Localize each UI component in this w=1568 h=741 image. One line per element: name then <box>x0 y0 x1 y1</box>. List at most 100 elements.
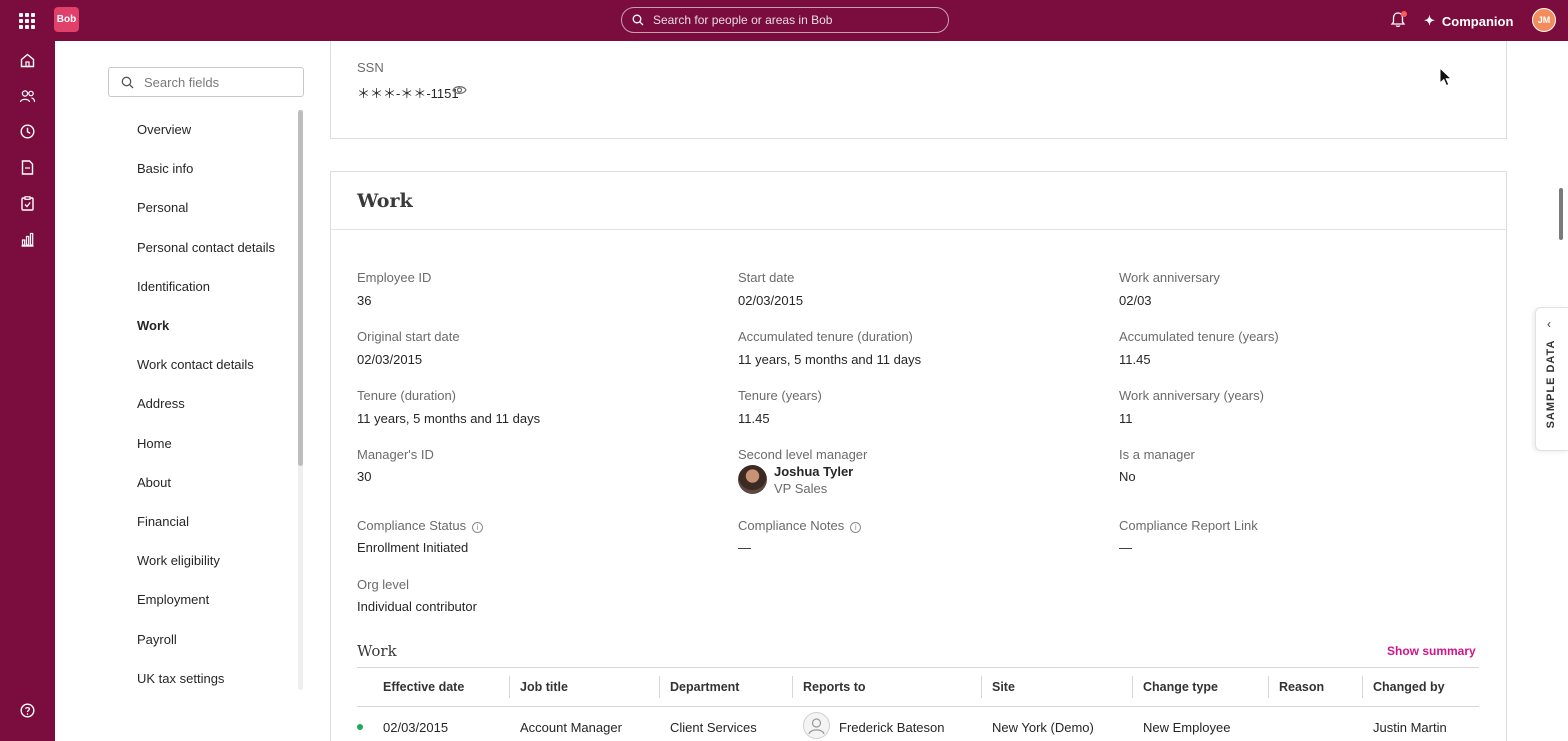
nav-item-work[interactable]: Work <box>137 318 169 333</box>
reports-to-avatar[interactable] <box>803 712 830 739</box>
col-header-changed-by[interactable]: Changed by <box>1373 680 1445 694</box>
compliance-report-link-label: Compliance Report Link <box>1119 518 1258 533</box>
is-manager-value: No <box>1119 469 1136 484</box>
nav-item-work-contact-details[interactable]: Work contact details <box>137 357 254 372</box>
nav-item-personal-contact-details[interactable]: Personal contact details <box>137 240 275 255</box>
work-anniversary-years-label: Work anniversary (years) <box>1119 388 1264 403</box>
work-anniversary-value: 02/03 <box>1119 293 1152 308</box>
search-icon <box>121 76 134 88</box>
tenure-years-label: Tenure (years) <box>738 388 822 403</box>
sparkle-icon: ✦ <box>1424 13 1435 28</box>
col-header-reason[interactable]: Reason <box>1279 680 1324 694</box>
nav-item-about[interactable]: About <box>137 475 171 490</box>
sample-data-label: SAMPLE DATA <box>1545 339 1557 429</box>
col-header-site[interactable]: Site <box>992 680 1015 694</box>
identification-card <box>330 41 1507 139</box>
compliance-status-value: Enrollment Initiated <box>357 540 469 555</box>
ssn-value: ＊＊＊-＊＊-1151 <box>357 86 459 101</box>
acc-tenure-years-value: 11.45 <box>1119 352 1151 367</box>
col-header-effective-date[interactable]: Effective date <box>383 680 464 694</box>
mouse-cursor-icon <box>1439 67 1453 87</box>
nav-item-overview[interactable]: Overview <box>137 122 191 137</box>
person-placeholder-icon <box>808 718 825 735</box>
work-history-title: Work <box>357 642 397 660</box>
search-icon <box>632 14 644 26</box>
is-manager-label: Is a manager <box>1119 447 1195 462</box>
original-start-date-label: Original start date <box>357 329 460 344</box>
nav-scrollbar[interactable] <box>298 110 303 466</box>
tenure-years-value: 11.45 <box>738 411 770 426</box>
column-separator <box>659 676 660 698</box>
acc-tenure-duration-label: Accumulated tenure (duration) <box>738 329 913 344</box>
analytics-icon[interactable] <box>19 231 36 248</box>
notification-badge <box>1401 11 1407 17</box>
manager-id-label: Manager's ID <box>357 447 434 462</box>
info-icon[interactable]: i <box>472 522 484 533</box>
fields-search[interactable] <box>108 67 304 97</box>
page-scrollbar[interactable] <box>1559 188 1563 240</box>
col-header-reports-to[interactable]: Reports to <box>803 680 866 694</box>
nav-item-work-eligibility[interactable]: Work eligibility <box>137 553 220 568</box>
nav-item-home[interactable]: Home <box>137 436 172 451</box>
ssn-label: SSN <box>357 60 384 75</box>
table-border <box>357 706 1479 707</box>
work-card <box>330 171 1507 741</box>
second-level-manager-label: Second level manager <box>738 447 868 462</box>
home-icon[interactable] <box>19 52 36 69</box>
clipboard-icon[interactable] <box>19 195 36 212</box>
cell-reports-to[interactable]: Frederick Bateson <box>839 720 945 735</box>
work-section-title: Work <box>357 190 413 212</box>
manager-id-value: 30 <box>357 469 372 484</box>
manager-title: VP Sales <box>774 481 828 496</box>
nav-item-address[interactable]: Address <box>137 396 185 411</box>
manager-name-link[interactable]: Joshua Tyler <box>774 464 853 479</box>
help-icon[interactable] <box>19 702 36 719</box>
acc-tenure-duration-value: 11 years, 5 months and 11 days <box>738 352 922 367</box>
acc-tenure-years-label: Accumulated tenure (years) <box>1119 329 1279 344</box>
tenure-duration-value: 11 years, 5 months and 11 days <box>357 411 541 426</box>
companion-label: Companion <box>1441 13 1514 29</box>
employee-id-value: 36 <box>357 293 372 308</box>
cell-job-title: Account Manager <box>520 720 622 735</box>
org-level-label: Org level <box>357 577 410 592</box>
manager-avatar[interactable] <box>738 465 767 494</box>
cell-changed-by: Justin Martin <box>1373 720 1447 735</box>
sample-data-tab[interactable]: ‹ SAMPLE DATA <box>1535 307 1568 451</box>
document-icon[interactable] <box>19 159 36 176</box>
table-border <box>357 667 1479 668</box>
work-anniversary-label: Work anniversary <box>1119 270 1220 285</box>
col-header-change-type[interactable]: Change type <box>1143 680 1218 694</box>
fields-search-input[interactable] <box>144 74 294 90</box>
nav-item-financial[interactable]: Financial <box>137 514 189 529</box>
column-separator <box>981 676 982 698</box>
nav-item-payroll[interactable]: Payroll <box>137 632 177 647</box>
eye-icon[interactable] <box>452 84 467 96</box>
global-search[interactable] <box>621 7 949 33</box>
start-date-value: 02/03/2015 <box>738 293 804 308</box>
column-separator <box>1268 676 1269 698</box>
nav-item-personal[interactable]: Personal <box>137 200 188 215</box>
left-rail <box>0 41 55 741</box>
apps-grid-icon[interactable] <box>17 11 37 31</box>
column-separator <box>509 676 510 698</box>
global-search-input[interactable] <box>653 13 933 27</box>
user-avatar[interactable]: JM <box>1532 8 1556 32</box>
nav-item-uk-tax-settings[interactable]: UK tax settings <box>137 671 224 686</box>
nav-item-basic-info[interactable]: Basic info <box>137 161 193 176</box>
divider <box>331 229 1506 230</box>
tenure-duration-label: Tenure (duration) <box>357 388 456 403</box>
show-summary-link[interactable]: Show summary <box>1387 644 1476 658</box>
clock-icon[interactable] <box>19 123 36 140</box>
col-header-department[interactable]: Department <box>670 680 739 694</box>
companion-button[interactable]: ✦ Companion <box>1424 11 1513 31</box>
column-separator <box>1362 676 1363 698</box>
column-separator <box>1132 676 1133 698</box>
column-separator <box>792 676 793 698</box>
bob-logo[interactable]: Bob <box>54 7 79 32</box>
status-dot <box>357 724 363 730</box>
info-icon[interactable]: i <box>850 522 862 533</box>
nav-item-identification[interactable]: Identification <box>137 279 210 294</box>
people-icon[interactable] <box>19 88 36 105</box>
col-header-job-title[interactable]: Job title <box>520 680 568 694</box>
nav-item-employment[interactable]: Employment <box>137 592 209 607</box>
